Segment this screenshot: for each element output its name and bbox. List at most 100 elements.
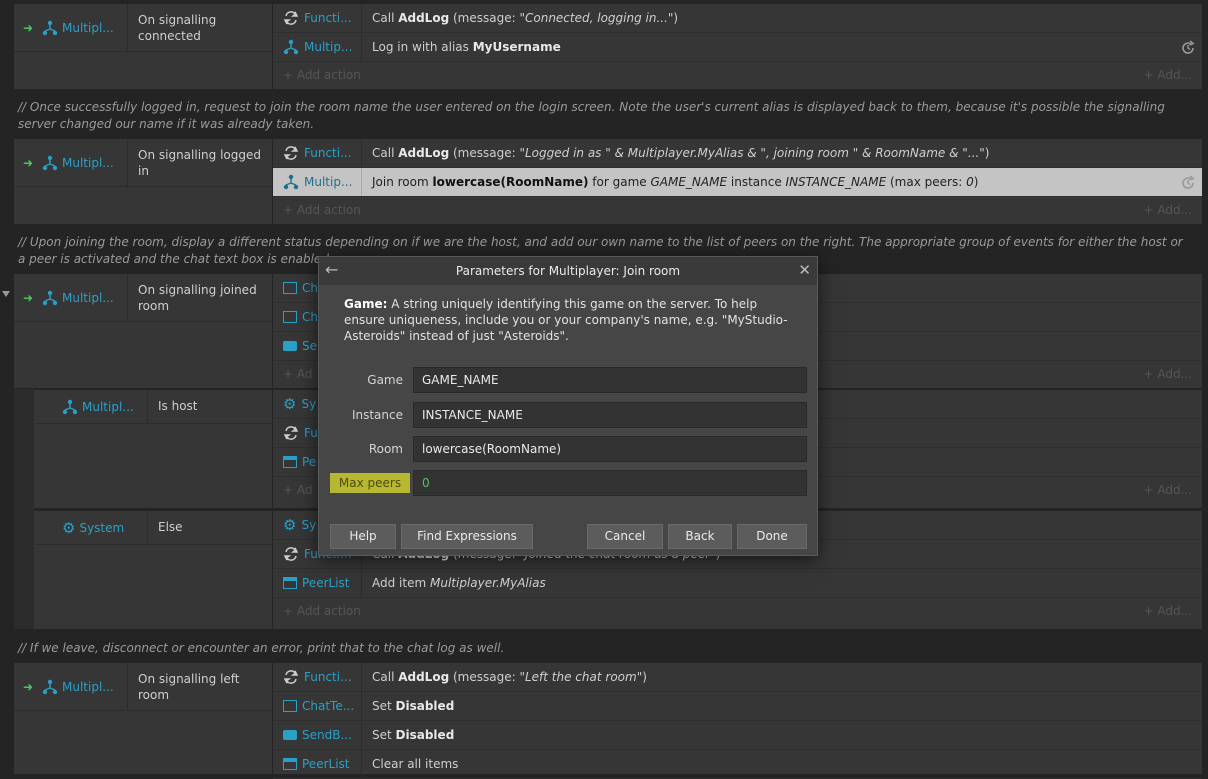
multiplayer-icon: [42, 290, 58, 305]
action-text: Clear all items: [372, 757, 459, 771]
button-icon: [283, 730, 297, 740]
comment[interactable]: // If we leave, disconnect or encounter …: [18, 640, 1193, 657]
parameters-dialog: ← Parameters for Multiplayer: Join room …: [318, 256, 818, 556]
help-button[interactable]: Help: [330, 524, 396, 549]
max-peers-input[interactable]: 0: [413, 470, 807, 496]
comment[interactable]: // Once successfully logged in, request …: [18, 99, 1193, 133]
param-row-game: Game GAME_NAME: [319, 367, 819, 393]
multiplayer-icon: [62, 399, 78, 414]
list-icon: [283, 456, 297, 468]
condition-row[interactable]: ➜ Multipl... On signalling left room: [14, 663, 272, 711]
condition-text: On signalling connected: [138, 13, 217, 43]
condition-text: Else: [158, 520, 183, 534]
condition-row[interactable]: ➜ Multipl... On signalling connected: [14, 4, 272, 52]
add-more-link[interactable]: + Add...: [1143, 604, 1192, 618]
sub-event-indent: [14, 389, 34, 629]
condition-column: Multipl... Is host: [34, 390, 272, 508]
action-object-label: Multip...: [304, 175, 353, 189]
cancel-button[interactable]: Cancel: [587, 524, 663, 549]
find-expressions-button[interactable]: Find Expressions: [401, 524, 533, 549]
action-object: Functi...: [273, 4, 362, 32]
condition-text: On signalling logged in: [138, 148, 261, 178]
action-row[interactable]: Functi... Call AddLog (message: "Left th…: [273, 663, 1202, 692]
gear-icon: ⚙: [62, 518, 76, 537]
add-more-link[interactable]: + Add...: [1143, 483, 1192, 497]
condition-object-label: Multipl...: [62, 155, 114, 170]
add-action-row: + Add action + Add...: [273, 197, 1202, 223]
condition-object-label: System: [79, 520, 125, 535]
action-row[interactable]: Multip... Log in with alias MyUsername: [273, 33, 1202, 62]
condition-row[interactable]: ⚙ System Else: [34, 511, 272, 545]
done-button[interactable]: Done: [737, 524, 807, 549]
condition-column: ⚙ System Else: [34, 511, 272, 629]
back-arrow-icon[interactable]: ←: [325, 261, 338, 279]
action-row[interactable]: Functi... Call AddLog (message: "Logged …: [273, 139, 1202, 168]
condition-object-label: Multipl...: [62, 20, 114, 35]
action-object-label: Multip...: [304, 40, 353, 54]
event-block-signalling-logged-in: ➜ Multipl... On signalling logged in Fun…: [14, 139, 1202, 224]
action-object: Multip...: [273, 168, 362, 196]
close-icon[interactable]: ✕: [798, 261, 811, 279]
condition-row[interactable]: ➜ Multipl... On signalling logged in: [14, 139, 272, 187]
param-label-highlighted: Max peers: [330, 473, 410, 493]
condition-object: Multipl...: [42, 663, 128, 710]
action-row[interactable]: Functi... Call AddLog (message: "Connect…: [273, 4, 1202, 33]
param-label: Instance: [351, 408, 403, 422]
event-block-signalling-left-room: ➜ Multipl... On signalling left room Fun…: [14, 663, 1202, 779]
dialog-header: ← Parameters for Multiplayer: Join room …: [319, 257, 817, 285]
add-action-link[interactable]: + Add action: [283, 604, 361, 618]
add-action-link[interactable]: + Add action: [283, 68, 361, 82]
add-more-link[interactable]: + Add...: [1143, 367, 1192, 381]
gear-icon: ⚙: [283, 516, 297, 534]
list-icon: [283, 577, 297, 589]
add-action-link[interactable]: + Add action: [283, 203, 361, 217]
param-label: Room: [368, 442, 403, 456]
trigger-arrow-icon: ➜: [22, 155, 34, 170]
action-text: Call AddLog (message: "Connected, loggin…: [372, 11, 679, 25]
add-action-link[interactable]: + Ad: [283, 367, 312, 381]
add-action-row: + Add action + Add...: [273, 62, 1202, 88]
action-row[interactable]: ChatTe... Set Disabled: [273, 692, 1202, 721]
condition-object: Multipl...: [62, 390, 148, 423]
function-icon: [283, 11, 299, 25]
multiplayer-icon: [283, 174, 299, 190]
collapse-triangle-icon[interactable]: [2, 291, 10, 297]
add-action-link[interactable]: + Ad: [283, 483, 312, 497]
param-label: Game: [367, 373, 403, 387]
multiplayer-icon: [42, 679, 58, 694]
condition-row[interactable]: ➜ Multipl... On signalling joined room: [14, 274, 272, 322]
action-row[interactable]: PeerList Clear all items: [273, 750, 1202, 779]
textbox-icon: [283, 700, 297, 712]
action-object: SendB...: [273, 721, 362, 749]
action-text: Join room lowercase(RoomName) for game G…: [372, 175, 979, 189]
action-text: Call AddLog (message: "Left the chat roo…: [372, 670, 647, 684]
gear-icon: ⚙: [283, 395, 297, 413]
back-button[interactable]: Back: [668, 524, 732, 549]
async-refresh-icon: [1182, 40, 1195, 54]
trigger-arrow-icon: ➜: [22, 290, 34, 305]
action-row[interactable]: PeerList Add item Multiplayer.MyAlias: [273, 569, 1202, 598]
actions-column: Functi... Call AddLog (message: "Logged …: [273, 139, 1202, 224]
condition-row[interactable]: Multipl... Is host: [34, 390, 272, 424]
room-input[interactable]: lowercase(RoomName): [413, 436, 807, 462]
action-text: Set Disabled: [372, 728, 455, 742]
add-more-link[interactable]: + Add...: [1143, 68, 1192, 82]
action-object-label: Functi...: [304, 146, 352, 160]
game-input[interactable]: GAME_NAME: [413, 367, 807, 393]
action-row[interactable]: SendB... Set Disabled: [273, 721, 1202, 750]
instance-input[interactable]: INSTANCE_NAME: [413, 402, 807, 428]
param-row-room: Room lowercase(RoomName): [319, 436, 819, 462]
condition-object-label: Multipl...: [62, 290, 114, 305]
condition-column: ➜ Multipl... On signalling left room: [14, 663, 272, 774]
action-text: Add item Multiplayer.MyAlias: [372, 576, 546, 590]
parameter-description: Game: A string uniquely identifying this…: [344, 297, 788, 343]
action-row-selected[interactable]: Multip... Join room lowercase(RoomName) …: [273, 168, 1202, 197]
add-more-link[interactable]: + Add...: [1143, 203, 1192, 217]
condition-object-label: Multipl...: [62, 679, 114, 694]
action-text: Call AddLog (message: "Logged in as " & …: [372, 146, 990, 160]
trigger-arrow-icon: ➜: [22, 679, 34, 694]
condition-object: Multipl...: [42, 4, 128, 51]
dialog-title: Parameters for Multiplayer: Join room: [455, 264, 681, 278]
function-icon: [283, 670, 299, 684]
